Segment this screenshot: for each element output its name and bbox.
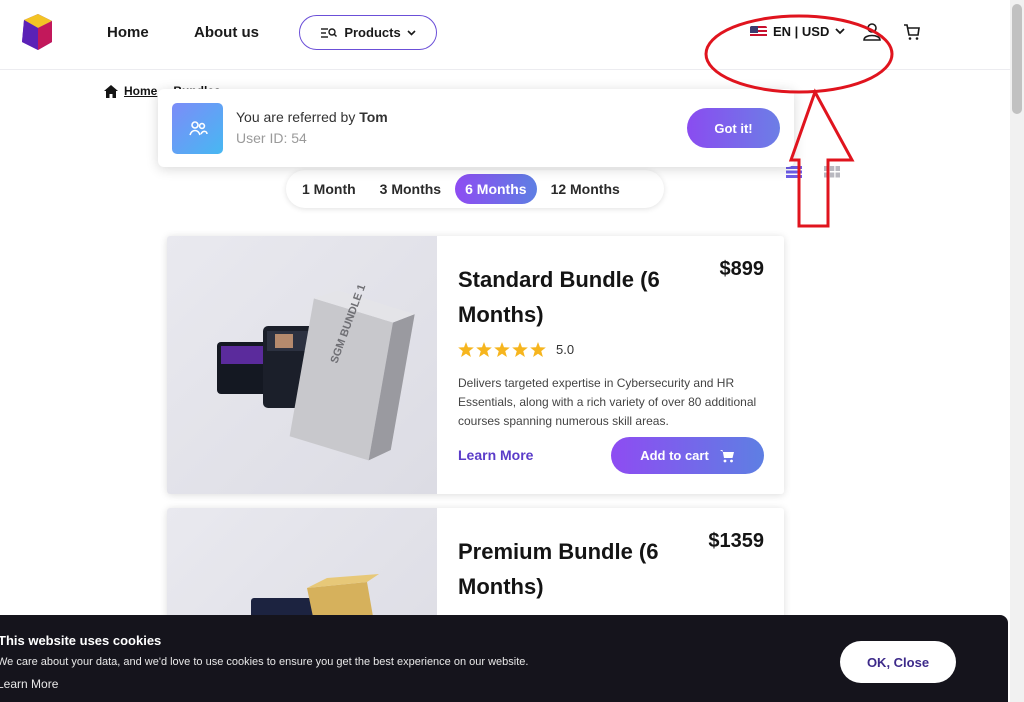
learn-more-link[interactable]: Learn More (458, 447, 533, 463)
add-to-cart-button[interactable]: Add to cart (611, 437, 764, 474)
product-description: Delivers targeted expertise in Cybersecu… (458, 376, 757, 428)
tab-6-months[interactable]: 6 Months (455, 174, 537, 204)
user-id-label: User ID: (236, 130, 292, 146)
product-price: $899 (719, 258, 765, 280)
product-title[interactable]: Standard Bundle (6 Months) (458, 262, 703, 332)
product-image[interactable]: SGM BUNDLE 1 (167, 236, 437, 494)
star-icon (494, 342, 510, 357)
product-card: SGM BUNDLE 1 Standard Bundle (6 Months) … (167, 236, 784, 494)
bundle-illustration-icon: SGM BUNDLE 1 (217, 283, 415, 461)
cookie-banner: This website uses cookies We care about … (0, 615, 1008, 702)
nav-home-link[interactable]: Home (107, 24, 149, 41)
grid-view-toggle[interactable] (820, 161, 844, 183)
duration-tabs: 1 Month 3 Months 6 Months 12 Months (286, 170, 664, 208)
star-icon (530, 342, 546, 357)
add-to-cart-label: Add to cart (640, 448, 709, 463)
scrollbar-thumb[interactable] (1012, 4, 1022, 114)
star-icon (512, 342, 528, 357)
referral-people-icon (172, 103, 223, 154)
rating-stars: 5.0 (458, 342, 574, 357)
referral-prefix: You are referred by (236, 109, 360, 125)
chevron-down-icon (835, 28, 846, 35)
cookie-ok-close-button[interactable]: OK, Close (840, 641, 956, 683)
page-scrollbar[interactable] (1010, 0, 1024, 702)
rating-value: 5.0 (556, 342, 575, 357)
referral-notification: You are referred by Tom User ID: 54 Got … (158, 89, 794, 167)
nav-about-link[interactable]: About us (194, 24, 259, 41)
language-currency-selector[interactable]: EN | USD (750, 24, 846, 39)
tab-1-month[interactable]: 1 Month (292, 174, 366, 204)
star-icon (476, 342, 492, 357)
list-view-icon (786, 166, 802, 178)
cookie-learn-more-link[interactable]: Learn More (0, 677, 58, 691)
got-it-button[interactable]: Got it! (687, 108, 780, 148)
tab-12-months[interactable]: 12 Months (541, 174, 630, 204)
star-icon (458, 342, 474, 357)
product-price: $1359 (708, 530, 764, 552)
products-label: Products (344, 25, 401, 40)
cookie-message: We care about your data, and we'd love t… (0, 656, 529, 668)
referral-user-id: User ID: 54 (236, 130, 307, 146)
cart-icon (719, 449, 734, 462)
logo-icon[interactable] (16, 12, 56, 52)
home-icon (104, 84, 118, 98)
user-id-value: 54 (291, 130, 307, 146)
locale-label: EN | USD (773, 24, 830, 39)
products-menu-button[interactable]: Products (299, 15, 437, 50)
breadcrumb-home-link[interactable]: Home (124, 84, 157, 98)
cart-icon[interactable] (903, 23, 921, 41)
tab-3-months[interactable]: 3 Months (370, 174, 451, 204)
menu-search-icon (321, 27, 338, 38)
grid-view-icon (824, 166, 840, 178)
referrer-name: Tom (359, 109, 388, 125)
cookie-title: This website uses cookies (0, 633, 162, 648)
referral-message: You are referred by Tom (236, 109, 388, 125)
user-account-icon[interactable] (862, 22, 882, 42)
chevron-down-icon (407, 29, 416, 36)
product-title[interactable]: Premium Bundle (6 Months) (458, 534, 703, 604)
site-header: Home About us Products EN | USD (0, 0, 1010, 70)
us-flag-icon (750, 25, 767, 38)
